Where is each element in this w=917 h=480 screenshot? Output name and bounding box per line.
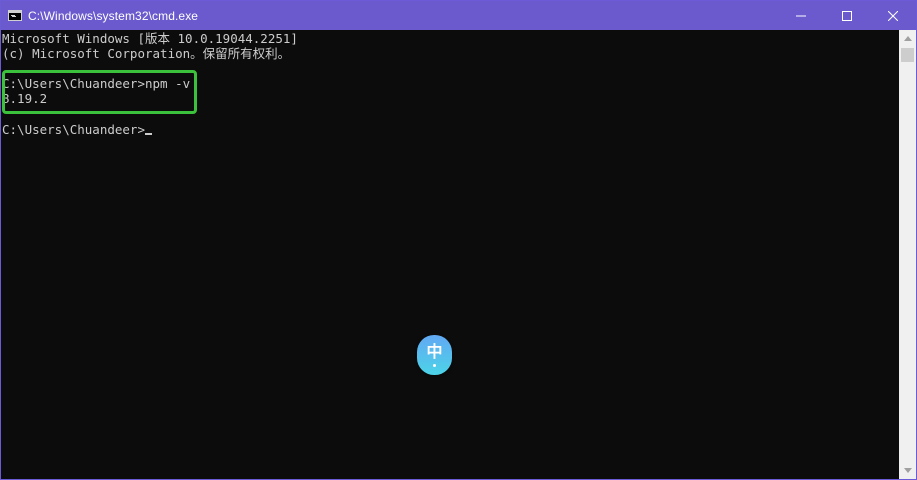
console-line-version: Microsoft Windows [版本 10.0.19044.2251] — [2, 31, 298, 46]
title-bar[interactable]: C:\Windows\system32\cmd.exe — [1, 1, 916, 30]
close-icon — [888, 10, 898, 21]
maximize-icon — [842, 10, 852, 21]
console-prompt: C:\Users\Chuandeer> — [2, 122, 145, 137]
scroll-thumb[interactable] — [901, 48, 914, 62]
console-output[interactable]: Microsoft Windows [版本 10.0.19044.2251] (… — [1, 30, 899, 479]
vertical-scrollbar[interactable] — [899, 30, 916, 479]
console-line-npm-version: 8.19.2 — [2, 91, 48, 106]
ime-mode-label: 中 — [426, 341, 443, 361]
scroll-down-button[interactable] — [899, 462, 916, 479]
console-line-command: C:\Users\Chuandeer>npm -v — [2, 76, 191, 91]
window-controls — [778, 1, 916, 30]
scroll-down-arrow-icon — [903, 468, 912, 473]
cmd-window: C:\Windows\system32\cmd.exe Microsoft Wi… — [0, 0, 917, 480]
ime-punctuation-dot-icon — [433, 363, 436, 367]
close-button[interactable] — [870, 1, 916, 30]
maximize-button[interactable] — [824, 1, 870, 30]
text-cursor — [145, 133, 152, 135]
ime-indicator[interactable]: 中 — [417, 335, 452, 375]
cmd-console-icon[interactable] — [8, 10, 22, 21]
console-prompt-line: C:\Users\Chuandeer> — [2, 122, 152, 138]
minimize-icon — [796, 15, 806, 16]
window-title: C:\Windows\system32\cmd.exe — [28, 8, 199, 23]
console-line-copyright: (c) Microsoft Corporation。保留所有权利。 — [2, 46, 291, 61]
scroll-up-arrow-icon — [903, 36, 912, 41]
scroll-up-button[interactable] — [899, 30, 916, 47]
minimize-button[interactable] — [778, 1, 824, 30]
